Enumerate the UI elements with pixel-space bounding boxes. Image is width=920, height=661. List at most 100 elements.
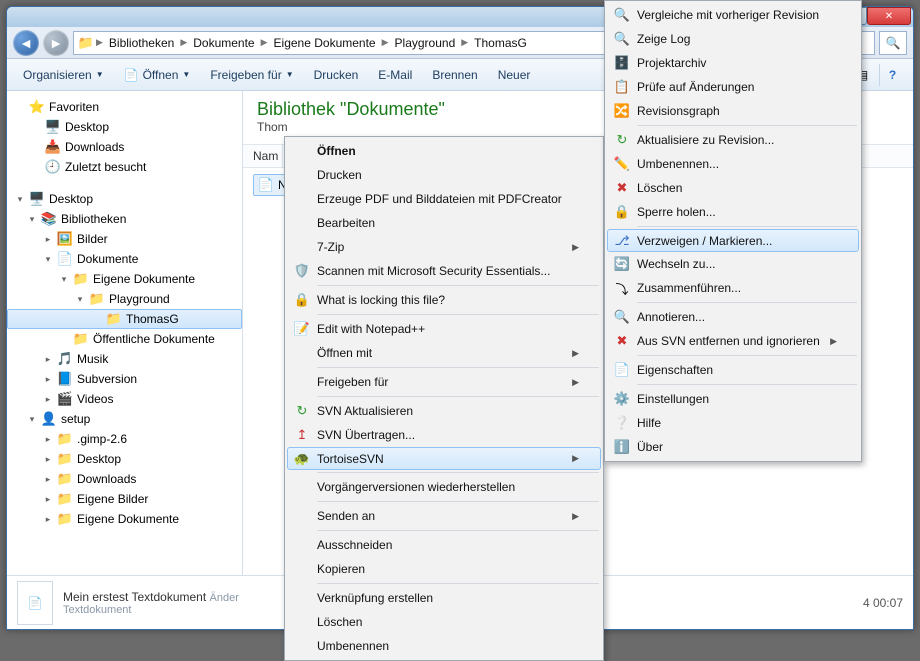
tree-downloads[interactable]: 📥Downloads xyxy=(7,137,242,157)
svn-rename[interactable]: ✏️Umbenennen... xyxy=(607,152,859,176)
ctx-share[interactable]: Freigeben für▶ xyxy=(287,370,601,394)
ctx-open[interactable]: Öffnen xyxy=(287,139,601,163)
ctx-cut[interactable]: Ausschneiden xyxy=(287,533,601,557)
help-button[interactable]: ? xyxy=(879,64,905,86)
svn-repo-browser[interactable]: 🗄️Projektarchiv xyxy=(607,51,859,75)
new-button[interactable]: Neuer xyxy=(490,64,539,86)
chevron-right-icon[interactable]: ▶ xyxy=(178,37,189,48)
ctx-locking[interactable]: 🔒What is locking this file? xyxy=(287,288,601,312)
tree-desktop3[interactable]: ▸📁Desktop xyxy=(7,449,242,469)
svn-folder-icon: 📁 xyxy=(89,291,105,307)
tree-favorites[interactable]: ⭐Favoriten xyxy=(7,97,242,117)
ctx-send-to[interactable]: Senden an▶ xyxy=(287,504,601,528)
tree-own-docs[interactable]: ▾📁Eigene Dokumente xyxy=(7,269,242,289)
chevron-right-icon[interactable]: ▶ xyxy=(94,37,105,48)
svn-delete[interactable]: ✖Löschen xyxy=(607,176,859,200)
crumb-thomasg[interactable]: ThomasG xyxy=(470,36,531,50)
crumb-playground[interactable]: Playground xyxy=(391,36,460,50)
svn-update-icon: ↻ xyxy=(291,400,313,422)
ctx-tortoisesvn[interactable]: 🐢TortoiseSVN▶ xyxy=(287,447,601,470)
svn-help[interactable]: ❔Hilfe xyxy=(607,411,859,435)
log-icon: 🔍 xyxy=(611,28,633,50)
tree-playground[interactable]: ▾📁Playground xyxy=(7,289,242,309)
tree-recent[interactable]: 🕘Zuletzt besucht xyxy=(7,157,242,177)
tree-desktop2[interactable]: ▾🖥️Desktop xyxy=(7,189,242,209)
svn-settings[interactable]: ⚙️Einstellungen xyxy=(607,387,859,411)
tree-documents[interactable]: ▾📄Dokumente xyxy=(7,249,242,269)
repo-icon: 🗄️ xyxy=(611,52,633,74)
chevron-right-icon[interactable]: ▶ xyxy=(459,37,470,48)
svn-show-log[interactable]: 🔍Zeige Log xyxy=(607,27,859,51)
tree-thomasg[interactable]: 📁ThomasG xyxy=(7,309,242,329)
search-box[interactable]: 🔍 xyxy=(879,31,907,55)
svn-annotate[interactable]: 🔍Annotieren... xyxy=(607,305,859,329)
ctx-delete[interactable]: Löschen xyxy=(287,610,601,634)
ctx-prev-versions[interactable]: Vorgängerversionen wiederherstellen xyxy=(287,475,601,499)
settings-icon: ⚙️ xyxy=(611,388,633,410)
tree-own-pics[interactable]: ▸📁Eigene Bilder xyxy=(7,489,242,509)
open-icon: 📄 xyxy=(124,68,139,82)
chevron-right-icon[interactable]: ▶ xyxy=(380,37,391,48)
print-button[interactable]: Drucken xyxy=(306,64,367,86)
ctx-pdfcreator[interactable]: Erzeuge PDF und Bilddateien mit PDFCreat… xyxy=(287,187,601,211)
svn-update-to-revision[interactable]: ↻Aktualisiere zu Revision... xyxy=(607,128,859,152)
close-button[interactable]: ✕ xyxy=(867,7,911,25)
ctx-open-with[interactable]: Öffnen mit▶ xyxy=(287,341,601,365)
ctx-7zip[interactable]: 7-Zip▶ xyxy=(287,235,601,259)
svn-remove-ignore[interactable]: ✖Aus SVN entfernen und ignorieren▶ xyxy=(607,329,859,353)
ctx-scan[interactable]: 🛡️Scannen mit Microsoft Security Essenti… xyxy=(287,259,601,283)
svn-about[interactable]: ℹ️Über xyxy=(607,435,859,459)
tree-subversion[interactable]: ▸📘Subversion xyxy=(7,369,242,389)
tree-gimp[interactable]: ▸📁.gimp-2.6 xyxy=(7,429,242,449)
desktop-icon: 🖥️ xyxy=(29,191,45,207)
ctx-rename[interactable]: Umbenennen xyxy=(287,634,601,658)
ctx-print[interactable]: Drucken xyxy=(287,163,601,187)
star-icon: ⭐ xyxy=(29,99,45,115)
share-button[interactable]: Freigeben für▼ xyxy=(202,64,301,86)
open-button[interactable]: 📄Öffnen▼ xyxy=(116,64,199,86)
tree-videos[interactable]: ▸🎬Videos xyxy=(7,389,242,409)
ctx-svn-commit[interactable]: ↥SVN Übertragen... xyxy=(287,423,601,447)
svn-revision-graph[interactable]: 🔀Revisionsgraph xyxy=(607,99,859,123)
email-button[interactable]: E-Mail xyxy=(370,64,420,86)
svn-check-modifications[interactable]: 📋Prüfe auf Änderungen xyxy=(607,75,859,99)
tree-pictures[interactable]: ▸🖼️Bilder xyxy=(7,229,242,249)
ctx-shortcut[interactable]: Verknüpfung erstellen xyxy=(287,586,601,610)
crumb-dokumente[interactable]: Dokumente xyxy=(189,36,258,50)
downloads-icon: 📥 xyxy=(45,139,61,155)
svn-merge[interactable]: ⤵Zusammenführen... xyxy=(607,276,859,300)
tree-downloads2[interactable]: ▸📁Downloads xyxy=(7,469,242,489)
chevron-right-icon[interactable]: ▶ xyxy=(259,37,270,48)
ctx-copy[interactable]: Kopieren xyxy=(287,557,601,581)
svn-folder-icon: 📁 xyxy=(106,311,122,327)
svn-diff-prev[interactable]: 🔍Vergleiche mit vorheriger Revision xyxy=(607,3,859,27)
svn-get-lock[interactable]: 🔒Sperre holen... xyxy=(607,200,859,224)
tree-public-docs[interactable]: 📁Öffentliche Dokumente xyxy=(7,329,242,349)
burn-button[interactable]: Brennen xyxy=(424,64,485,86)
forward-button[interactable]: ► xyxy=(43,30,69,56)
back-button[interactable]: ◄ xyxy=(13,30,39,56)
tree-setup[interactable]: ▾👤setup xyxy=(7,409,242,429)
ctx-svn-update[interactable]: ↻SVN Aktualisieren xyxy=(287,399,601,423)
documents-icon: 📄 xyxy=(57,251,73,267)
ctx-notepad[interactable]: 📝Edit with Notepad++ xyxy=(287,317,601,341)
remove-icon: ✖ xyxy=(611,330,633,352)
svn-branch-tag[interactable]: ⎇Verzweigen / Markieren... xyxy=(607,229,859,252)
tree-own-docs2[interactable]: ▸📁Eigene Dokumente xyxy=(7,509,242,529)
folder-icon: 📁 xyxy=(57,471,73,487)
nav-tree: ⭐Favoriten 🖥️Desktop 📥Downloads 🕘Zuletzt… xyxy=(7,91,243,575)
crumb-eigene-dokumente[interactable]: Eigene Dokumente xyxy=(270,36,380,50)
tree-music[interactable]: ▸🎵Musik xyxy=(7,349,242,369)
ctx-edit[interactable]: Bearbeiten xyxy=(287,211,601,235)
svn-properties[interactable]: 📄Eigenschaften xyxy=(607,358,859,382)
tree-libraries[interactable]: ▾📚Bibliotheken xyxy=(7,209,242,229)
delete-icon: ✖ xyxy=(611,177,633,199)
tree-desktop[interactable]: 🖥️Desktop xyxy=(7,117,242,137)
col-name[interactable]: Nam xyxy=(243,145,283,167)
lock-icon: 🔒 xyxy=(291,289,313,311)
organize-button[interactable]: Organisieren▼ xyxy=(15,64,112,86)
svn-switch[interactable]: 🔄Wechseln zu... xyxy=(607,252,859,276)
svn-commit-icon: ↥ xyxy=(291,424,313,446)
crumb-bibliotheken[interactable]: Bibliotheken xyxy=(105,36,178,50)
folder-icon: 📁 xyxy=(57,451,73,467)
